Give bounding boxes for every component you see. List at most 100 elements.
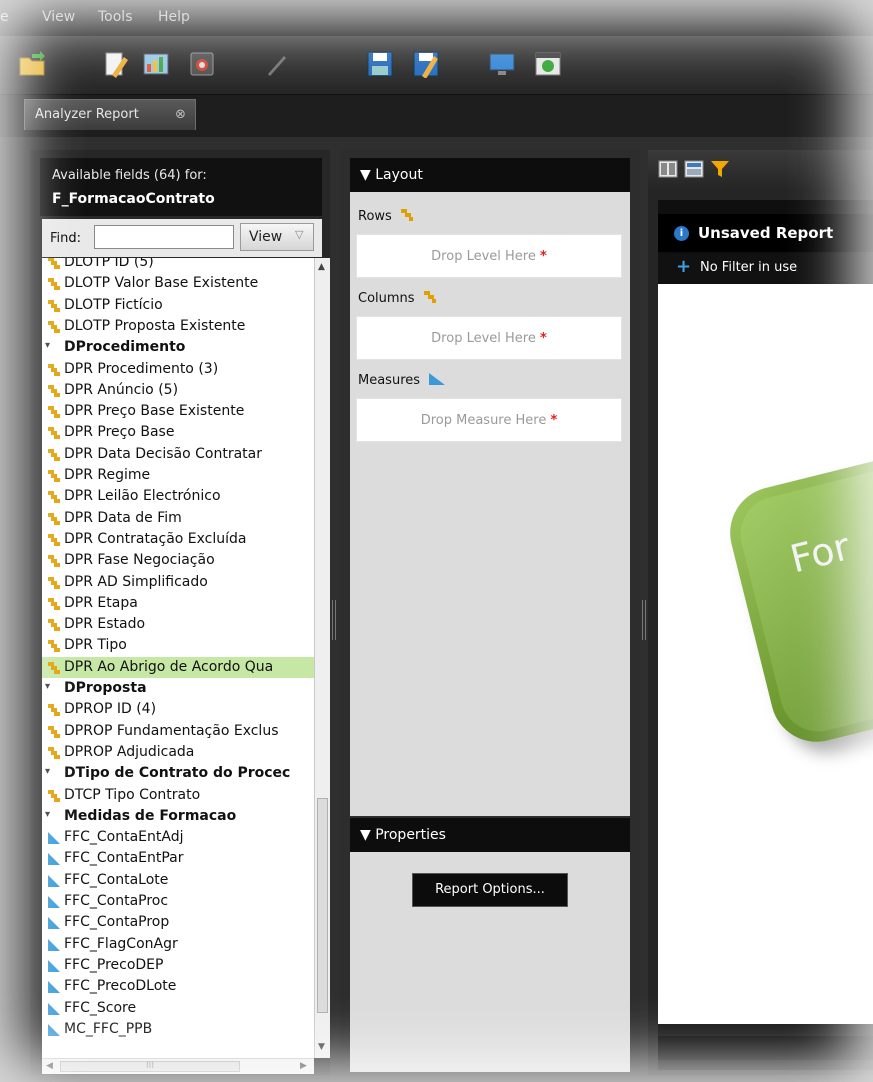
export-icon[interactable]: [534, 50, 562, 78]
menu-view[interactable]: View: [42, 9, 75, 25]
field-category[interactable]: ▾ DTipo de Contrato do Procec: [42, 763, 314, 784]
level-item[interactable]: DTCP Tipo Contrato: [42, 785, 314, 806]
scroll-right-arrow-icon[interactable]: ▶: [300, 1061, 307, 1071]
level-item[interactable]: DPR Fase Negociação: [42, 550, 314, 571]
field-label: DLOTP Valor Base Existente: [64, 275, 259, 292]
level-item[interactable]: DPR Data Decisão Contratar: [42, 444, 314, 465]
monitor-icon[interactable]: [488, 50, 516, 78]
level-item[interactable]: DPR AD Simplificado: [42, 572, 314, 593]
level-item[interactable]: DPR Leilão Electrónico: [42, 486, 314, 507]
measure-item[interactable]: FFC_FlagConAgr: [42, 934, 314, 955]
rows-drop-zone[interactable]: Drop Level Here *: [356, 234, 622, 278]
expand-triangle-icon[interactable]: ▾: [45, 766, 50, 777]
field-label: FFC_ContaProc: [64, 893, 169, 909]
columns-label: Columns: [358, 290, 437, 306]
menu-tools[interactable]: Tools: [98, 9, 133, 25]
level-item[interactable]: DPR Anúncio (5): [42, 380, 314, 401]
level-item[interactable]: DPR Procedimento (3): [42, 359, 314, 380]
level-item[interactable]: DPR Estado: [42, 614, 314, 635]
menu-help[interactable]: Help: [158, 9, 190, 25]
field-list-horizontal-scrollbar[interactable]: ◀ III ▶: [42, 1058, 314, 1074]
menu-file[interactable]: e: [0, 9, 9, 25]
tab-close-icon[interactable]: ⊗: [175, 107, 186, 122]
chart-settings-icon[interactable]: [188, 50, 216, 78]
field-label: DProposta: [64, 680, 147, 696]
field-label: DPROP ID (4): [64, 701, 157, 718]
chart-icon[interactable]: [142, 50, 170, 78]
measure-item[interactable]: FFC_ContaEntPar: [42, 848, 314, 869]
view-report-icon[interactable]: [684, 160, 704, 178]
filter-bar: + No Filter in use: [658, 254, 873, 282]
info-icon[interactable]: i: [674, 226, 689, 241]
cube-name-label: F_FormacaoContrato: [52, 191, 215, 207]
level-item[interactable]: DPR Etapa: [42, 593, 314, 614]
level-item[interactable]: DPR Contratação Excluída: [42, 529, 314, 550]
field-category[interactable]: ▾ DProposta: [42, 678, 314, 699]
expand-triangle-icon[interactable]: ▾: [45, 809, 50, 820]
level-icon: [48, 320, 60, 333]
expand-triangle-icon[interactable]: ▾: [45, 340, 50, 351]
field-list-vertical-scrollbar[interactable]: ▲ ▼: [314, 258, 330, 1058]
level-item[interactable]: DLOTP Proposta Existente: [42, 316, 314, 337]
report-toolbar: [648, 150, 873, 190]
level-item[interactable]: DLOTP Fictício: [42, 295, 314, 316]
report-title: Unsaved Report: [698, 224, 834, 242]
level-item[interactable]: DPROP Fundamentação Exclus: [42, 721, 314, 742]
measures-drop-zone[interactable]: Drop Measure Here *: [356, 398, 622, 442]
expand-triangle-icon[interactable]: ▾: [45, 681, 50, 692]
level-item[interactable]: DPR Ao Abrigo de Acordo Qua: [42, 656, 314, 678]
field-list: DLOTP ID (5) DLOTP Valor Base Existente DL…: [42, 258, 314, 1058]
field-label: DPR Etapa: [64, 594, 138, 611]
measure-item[interactable]: FFC_PrecoDEP: [42, 955, 314, 976]
right-splitter-handle[interactable]: [642, 600, 646, 640]
field-label: DTipo de Contrato do Procec: [64, 765, 291, 782]
level-item[interactable]: DPR Regime: [42, 465, 314, 486]
save-as-icon[interactable]: [412, 50, 440, 79]
properties-title: ▼ Properties: [360, 827, 446, 843]
field-label: FFC_ContaProp: [64, 914, 170, 931]
field-label: DPR AD Simplificado: [64, 573, 208, 590]
vertical-scroll-thumb[interactable]: [317, 798, 328, 1013]
measure-item[interactable]: FFC_ContaEntAdj: [42, 827, 314, 848]
measure-item[interactable]: MC_FFC_PPB: [42, 1019, 314, 1040]
level-item[interactable]: DLOTP ID (5): [42, 258, 314, 273]
report-options-button[interactable]: Report Options...: [412, 873, 568, 907]
report-canvas[interactable]: For C: [658, 284, 873, 1024]
view-dropdown[interactable]: View ▽: [240, 223, 314, 251]
field-label: DPR Preço Base Existente: [64, 403, 245, 420]
measure-item[interactable]: FFC_Score: [42, 998, 314, 1019]
pen-icon[interactable]: [262, 50, 290, 78]
find-input[interactable]: [94, 225, 234, 249]
save-icon[interactable]: [366, 50, 394, 78]
level-item[interactable]: DPR Preço Base: [42, 422, 314, 443]
open-folder-icon[interactable]: [18, 50, 46, 78]
properties-header[interactable]: ▼ Properties: [350, 818, 630, 852]
tab-analyzer-report[interactable]: Analyzer Report ⊗: [24, 99, 196, 130]
layout-header[interactable]: ▼ Layout: [350, 158, 630, 192]
field-category[interactable]: ▾ DProcedimento: [42, 337, 314, 358]
level-icon: [48, 427, 60, 440]
measure-item[interactable]: FFC_ContaProc: [42, 891, 314, 912]
measure-item[interactable]: FFC_ContaLote: [42, 870, 314, 891]
filter-icon[interactable]: [710, 160, 730, 178]
level-item[interactable]: DPROP Adjudicada: [42, 742, 314, 763]
new-report-icon[interactable]: [102, 50, 130, 78]
field-category[interactable]: ▾ Medidas de Formacao: [42, 806, 314, 827]
scroll-up-arrow-icon[interactable]: ▲: [318, 262, 325, 272]
level-item[interactable]: DPR Data de Fim: [42, 508, 314, 529]
level-item[interactable]: DPR Tipo: [42, 635, 314, 656]
columns-drop-zone[interactable]: Drop Level Here *: [356, 316, 622, 360]
level-item[interactable]: DLOTP Valor Base Existente: [42, 273, 314, 294]
layout-toggle-icon[interactable]: [658, 160, 678, 178]
scroll-left-arrow-icon[interactable]: ◀: [46, 1061, 53, 1071]
measure-item[interactable]: FFC_ContaProp: [42, 912, 314, 933]
left-splitter-handle[interactable]: [332, 600, 336, 640]
measure-item[interactable]: FFC_PrecoDLote: [42, 976, 314, 997]
add-filter-icon[interactable]: +: [676, 258, 691, 276]
level-item[interactable]: DPROP ID (4): [42, 699, 314, 720]
chevron-down-icon: ▽: [295, 228, 304, 241]
scroll-down-arrow-icon[interactable]: ▼: [318, 1042, 325, 1052]
horizontal-scroll-thumb[interactable]: III: [60, 1061, 240, 1072]
level-item[interactable]: DPR Preço Base Existente: [42, 401, 314, 422]
tab-bar: Analyzer Report ⊗: [0, 95, 873, 137]
